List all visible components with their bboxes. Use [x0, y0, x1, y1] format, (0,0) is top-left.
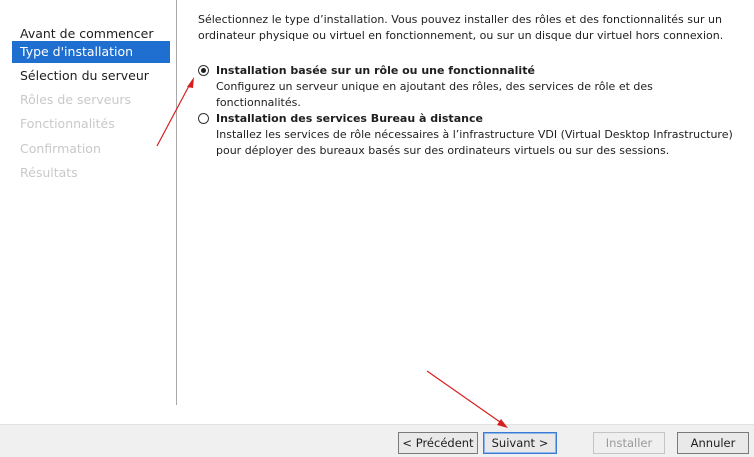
radio-role-based[interactable] [198, 65, 209, 76]
next-button[interactable]: Suivant > [483, 432, 557, 454]
nav-item-results: Résultats [20, 165, 78, 180]
option-role-based-title[interactable]: Installation basée sur un rôle ou une fo… [216, 63, 535, 78]
annotation-arrowhead-option [187, 77, 194, 88]
install-button: Installer [593, 432, 665, 454]
radio-remote-desktop[interactable] [198, 113, 209, 124]
nav-item-confirmation: Confirmation [20, 141, 101, 156]
previous-button[interactable]: < Précédent [398, 432, 478, 454]
wizard-navigation: Avant de commencer Type d'installation S… [0, 0, 176, 405]
nav-item-features: Fonctionnalités [20, 116, 115, 131]
option-remote-desktop-title[interactable]: Installation des services Bureau à dista… [216, 111, 483, 126]
nav-item-installation-type[interactable]: Type d'installation [12, 41, 170, 63]
option-remote-desktop-description: Installez les services de rôle nécessair… [216, 128, 733, 157]
cancel-button[interactable]: Annuler [677, 432, 749, 454]
sidebar-divider [176, 0, 177, 405]
annotation-arrow-next [426, 370, 501, 423]
option-role-based-description: Configurez un serveur unique en ajoutant… [216, 80, 653, 109]
nav-item-server-roles: Rôles de serveurs [20, 92, 132, 107]
nav-item-server-selection[interactable]: Sélection du serveur [12, 65, 170, 87]
intro-text: Sélectionnez le type d’installation. Vou… [198, 13, 724, 42]
